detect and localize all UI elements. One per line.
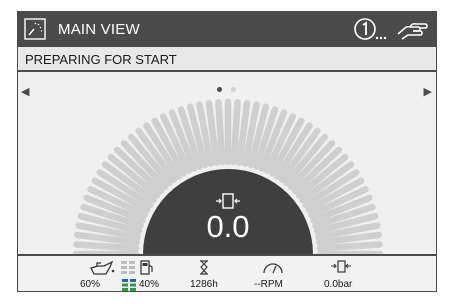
oil-pressure: 0.0bar <box>318 258 368 291</box>
fuel-pump-icon <box>140 260 153 275</box>
gauge-tick <box>215 99 226 166</box>
speedometer-icon <box>263 263 283 274</box>
status-bar: PREPARING FOR START <box>18 47 436 72</box>
hourglass-icon <box>200 260 208 275</box>
fuel-level-bars-icon <box>122 279 136 291</box>
gauge-tick <box>230 99 241 166</box>
operator-alert-icon[interactable] <box>354 17 388 43</box>
runtime-hours: 1286h <box>190 258 230 291</box>
gauge-view-icon[interactable] <box>24 18 46 40</box>
metrics-bar: 60% 40% 1286h --RPM 0.0bar <box>18 254 436 291</box>
pressure-sensor-icon <box>331 260 351 273</box>
gauge-panel: ◀ ▶ 0.0 <box>18 72 436 254</box>
title-bar: MAIN VIEW <box>18 12 436 47</box>
gauge-value: 0.0 <box>206 209 250 244</box>
oil-can-icon <box>90 260 115 275</box>
page-title: MAIN VIEW <box>58 21 140 38</box>
engine-rpm: --RPM <box>250 258 300 291</box>
oil-level-value: 60% <box>80 279 101 290</box>
pressure-value: 0.0bar <box>324 279 353 290</box>
rpm-value: --RPM <box>254 279 283 290</box>
main-view-screen: MAIN VIEW PREPARING FOR START ◀ ▶ 0.0 60… <box>17 11 437 292</box>
manual-mode-hand-icon[interactable] <box>396 19 428 41</box>
gauge-tick <box>73 241 140 252</box>
gauge-tick <box>316 241 383 252</box>
oil-fuel-levels: 60% 40% <box>80 258 170 291</box>
status-text: PREPARING FOR START <box>25 52 177 67</box>
fuel-level-value: 40% <box>139 279 160 290</box>
runtime-hours-value: 1286h <box>190 279 218 290</box>
level-grid-icon <box>121 261 135 274</box>
